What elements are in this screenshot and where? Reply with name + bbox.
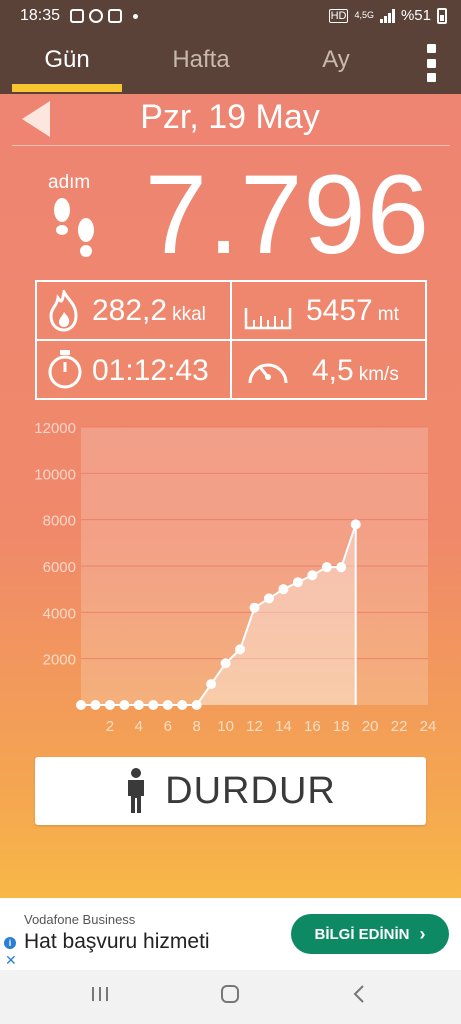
- y-tick-label: 4000: [43, 605, 76, 622]
- x-tick-label: 8: [192, 718, 200, 735]
- x-tick-label: 2: [106, 718, 114, 735]
- volte-icon: HD: [328, 8, 349, 23]
- date-label: Pzr, 19 May: [140, 98, 320, 136]
- gallery-icon: [70, 9, 84, 23]
- chart-data-point: [336, 562, 347, 573]
- distance-unit: mt: [377, 304, 399, 325]
- y-tick-label: 8000: [43, 513, 76, 530]
- chart-data-point: [191, 700, 202, 710]
- x-tick-label: 14: [275, 718, 292, 735]
- chart-data-point: [292, 577, 303, 588]
- duration-value: 01:12:43: [92, 354, 209, 387]
- stop-button[interactable]: DURDUR: [35, 757, 426, 825]
- chart-data-point: [148, 700, 159, 710]
- tab-week[interactable]: Hafta: [146, 46, 256, 74]
- x-tick-label: 16: [304, 718, 321, 735]
- x-tick-label: 24: [420, 718, 437, 735]
- ad-cta-button[interactable]: BİLGİ EDİNİN ›: [291, 914, 449, 954]
- ad-close-icon[interactable]: ✕: [5, 952, 17, 969]
- previous-day-arrow-icon[interactable]: [22, 101, 50, 137]
- network-type: 4,5G: [354, 10, 374, 20]
- chart-data-point: [249, 602, 260, 613]
- calories-stat: 282,2 kkal: [92, 294, 206, 328]
- status-bar: 18:35 HD 4,5G %51: [0, 0, 461, 34]
- y-tick-label: 2000: [43, 652, 76, 669]
- x-tick-label: 4: [135, 718, 143, 735]
- chevron-right-icon: ›: [419, 923, 426, 944]
- chart-data-point: [206, 679, 217, 690]
- stopwatch-icon: [48, 350, 82, 389]
- speed-stat: 4,5 km/s: [312, 354, 399, 388]
- chart-data-point: [119, 700, 130, 710]
- chart-data-point: [220, 658, 231, 669]
- status-time: 18:35: [20, 7, 61, 24]
- chart-data-point: [278, 584, 289, 595]
- divider: [12, 145, 450, 146]
- ad-info-icon[interactable]: i: [4, 937, 16, 949]
- step-count: 7.796: [144, 152, 430, 277]
- x-tick-label: 12: [246, 718, 263, 735]
- distance-stat: 5457 mt: [306, 294, 399, 328]
- overflow-menu-icon[interactable]: [424, 44, 438, 82]
- x-tick-label: 22: [391, 718, 408, 735]
- speedometer-icon: [248, 363, 288, 384]
- chart-data-point: [162, 700, 173, 710]
- more-notifications-icon: [133, 14, 138, 19]
- ad-banner[interactable]: Vodafone Business i ✕ Hat başvuru hizmet…: [0, 898, 461, 970]
- ad-cta-label: BİLGİ EDİNİN: [314, 925, 410, 943]
- battery-icon: [437, 7, 447, 24]
- chart-data-point: [321, 562, 332, 573]
- chart-data-point: [350, 519, 361, 530]
- back-icon[interactable]: [350, 984, 370, 1004]
- y-tick-label: 10000: [34, 466, 76, 483]
- y-tick-label: 12000: [34, 420, 76, 437]
- speed-value: 4,5: [312, 354, 354, 387]
- system-nav-bar: [0, 970, 461, 1024]
- person-icon: [128, 768, 145, 813]
- x-tick-label: 20: [362, 718, 379, 735]
- ruler-icon: [244, 308, 292, 330]
- x-tick-label: 18: [333, 718, 350, 735]
- chart-data-point: [133, 700, 144, 710]
- y-tick-label: 6000: [43, 559, 76, 576]
- tab-month[interactable]: Ay: [290, 46, 382, 74]
- home-icon[interactable]: [220, 984, 240, 1004]
- tab-day[interactable]: Gün: [12, 46, 122, 74]
- signal-icon: [379, 8, 395, 23]
- steps-label: adım: [48, 172, 91, 193]
- speed-unit: km/s: [358, 364, 399, 385]
- chart-data-point: [76, 700, 86, 710]
- chart-data-point: [263, 593, 274, 604]
- notification-icons: [70, 9, 138, 23]
- calories-value: 282,2: [92, 294, 168, 327]
- ad-headline: Hat başvuru hizmeti: [24, 930, 210, 953]
- steps-chart: 200040006000800010000120002 4 6 8 10 12 14 16 18…: [34, 420, 437, 735]
- chart-data-point: [235, 644, 246, 655]
- footprints-icon: [54, 198, 94, 257]
- chart-data-point: [90, 700, 101, 710]
- battery-level: %51: [400, 7, 431, 24]
- calories-unit: kkal: [172, 304, 206, 325]
- recent-apps-icon[interactable]: [90, 984, 110, 1004]
- distance-value: 5457: [306, 294, 373, 327]
- ad-brand: Vodafone Business: [24, 912, 136, 927]
- chart-data-point: [177, 700, 188, 710]
- flame-icon: [49, 290, 78, 332]
- football-icon: [89, 9, 103, 23]
- x-tick-label: 6: [164, 718, 172, 735]
- chart-data-point: [104, 700, 115, 710]
- chart-data-point: [307, 570, 318, 581]
- active-tab-indicator: [12, 84, 122, 92]
- x-tick-label: 10: [217, 718, 234, 735]
- duration-stat: 01:12:43: [92, 354, 209, 388]
- stop-button-label: DURDUR: [165, 769, 336, 812]
- box-icon: [108, 9, 122, 23]
